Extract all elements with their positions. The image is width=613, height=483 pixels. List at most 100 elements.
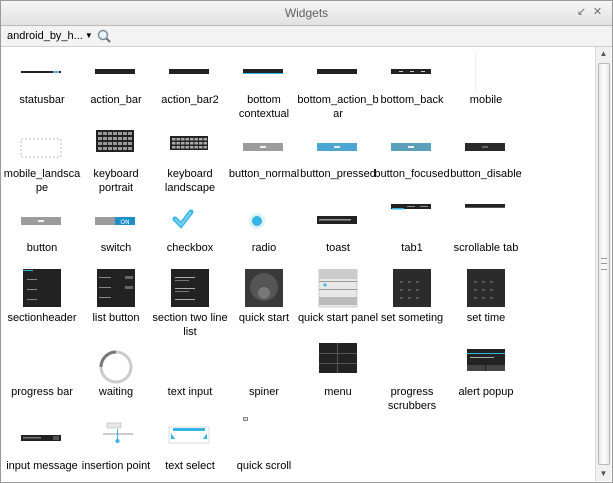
widget-label: mobile bbox=[469, 94, 503, 106]
widget-thumbnail bbox=[227, 51, 301, 95]
close-icon[interactable]: ✕ bbox=[591, 6, 604, 19]
widget-item-set-someting[interactable]: set someting bbox=[375, 269, 449, 341]
widget-thumbnail bbox=[449, 125, 523, 169]
widget-label: list button bbox=[92, 312, 140, 324]
minimize-icon[interactable]: ↙ bbox=[575, 6, 588, 19]
widget-item-checkbox[interactable]: checkbox bbox=[153, 199, 227, 271]
widget-item-progress-scrubbers[interactable]: progress scrubbers bbox=[375, 343, 449, 415]
grip-icon bbox=[601, 258, 607, 270]
widget-item-bottom-back[interactable]: bottom_back bbox=[375, 51, 449, 123]
widget-thumbnail: ON bbox=[79, 199, 153, 243]
widget-thumbnail bbox=[449, 199, 523, 243]
widget-item-button-focused[interactable]: button_focused bbox=[374, 125, 450, 197]
widget-item-set-time[interactable]: set time bbox=[449, 269, 523, 341]
widget-item-radio[interactable]: radio bbox=[227, 199, 301, 271]
scroll-up-icon[interactable]: ▲ bbox=[596, 47, 611, 61]
widget-thumbnail bbox=[227, 199, 301, 243]
widget-item-bottom-contextual[interactable]: bottom contextual bbox=[227, 51, 301, 123]
widget-item-text-input[interactable]: text input bbox=[153, 343, 227, 415]
widget-item-quick-scroll[interactable]: quick scroll bbox=[227, 417, 301, 482]
widget-item-progress-bar[interactable]: progress bar bbox=[5, 343, 79, 415]
widget-thumbnail bbox=[301, 199, 375, 243]
widget-item-alert-popup[interactable]: alert popup bbox=[449, 343, 523, 415]
widget-label: button_disable bbox=[450, 168, 522, 180]
widget-item-section-two-line-list[interactable]: section two line list bbox=[152, 269, 228, 341]
widget-item-scrollable-tab[interactable]: scrollable tab bbox=[449, 199, 523, 271]
widget-item-mobile[interactable]: mobile bbox=[449, 51, 523, 123]
widget-label: spiner bbox=[249, 386, 279, 398]
widget-item-statusbar[interactable]: statusbar bbox=[5, 51, 79, 123]
vertical-scrollbar[interactable]: ▲ ▼ bbox=[595, 47, 611, 481]
widget-label: mobile_landscape bbox=[3, 168, 81, 194]
search-icon[interactable] bbox=[96, 28, 112, 44]
widget-label: text input bbox=[167, 386, 213, 398]
widget-thumbnail bbox=[301, 125, 375, 169]
widget-label: progress scrubbers bbox=[387, 386, 437, 412]
widget-label: keyboard landscape bbox=[164, 168, 216, 194]
scroll-down-icon[interactable]: ▼ bbox=[596, 467, 611, 481]
widget-item-button-pressed[interactable]: button_pressed bbox=[300, 125, 376, 197]
widget-thumbnail bbox=[5, 269, 79, 313]
widget-item-input-message[interactable]: input message bbox=[5, 417, 79, 482]
widget-item-quick-start[interactable]: quick start bbox=[227, 269, 301, 341]
theme-dropdown[interactable]: android_by_h... ▼ bbox=[7, 28, 93, 44]
widget-thumbnail bbox=[375, 51, 449, 95]
widget-thumbnail bbox=[449, 343, 523, 387]
widget-item-menu[interactable]: menu bbox=[301, 343, 375, 415]
widget-thumbnail bbox=[79, 51, 153, 95]
widget-item-button-disable[interactable]: button_disable bbox=[449, 125, 523, 197]
widget-item-button-normal[interactable]: button_normal bbox=[227, 125, 301, 197]
scroll-thumb[interactable] bbox=[598, 63, 610, 465]
widget-thumbnail bbox=[153, 269, 227, 313]
widget-item-text-select[interactable]: text select bbox=[153, 417, 227, 482]
widget-label: button bbox=[26, 242, 58, 254]
widget-label: statusbar bbox=[19, 94, 65, 106]
title-bar: Widgets ↙ ✕ bbox=[1, 1, 612, 26]
widget-thumbnail bbox=[301, 343, 375, 387]
svg-text:ON: ON bbox=[120, 219, 129, 226]
widget-item-switch[interactable]: ON switch bbox=[79, 199, 153, 271]
widget-item-sectionheader[interactable]: sectionheader bbox=[5, 269, 79, 341]
widget-thumbnail bbox=[79, 269, 153, 313]
widget-label: toast bbox=[326, 242, 350, 254]
widget-thumbnail bbox=[153, 125, 227, 169]
widget-thumbnail bbox=[5, 417, 79, 461]
widget-thumbnail bbox=[449, 51, 523, 95]
widget-label: sectionheader bbox=[7, 312, 77, 324]
widget-item-list-button[interactable]: list button bbox=[79, 269, 153, 341]
widget-label: text select bbox=[165, 460, 215, 472]
widget-thumbnail bbox=[227, 343, 301, 387]
toolbar: android_by_h... ▼ bbox=[1, 26, 612, 47]
widget-label: menu bbox=[324, 386, 352, 398]
widget-item-bottom-action-bar[interactable]: bottom_action_bar bbox=[297, 51, 379, 123]
widget-thumbnail bbox=[79, 417, 153, 461]
widget-thumbnail bbox=[79, 343, 153, 387]
widget-item-action-bar2[interactable]: action_bar2 bbox=[153, 51, 227, 123]
widget-label: insertion point bbox=[81, 460, 151, 472]
widget-label: radio bbox=[251, 242, 277, 254]
widget-thumbnail bbox=[375, 343, 449, 387]
widget-thumbnail bbox=[301, 51, 375, 95]
widget-label: quick scroll bbox=[236, 460, 292, 472]
widget-label: tab1 bbox=[401, 242, 423, 254]
widget-item-waiting[interactable]: waiting bbox=[79, 343, 153, 415]
widget-label: quick start bbox=[238, 312, 290, 324]
widget-thumbnail bbox=[227, 269, 301, 313]
widget-label: action_bar bbox=[90, 94, 142, 106]
widget-thumbnail bbox=[153, 417, 227, 461]
widget-thumbnail bbox=[227, 125, 301, 169]
widget-label: action_bar2 bbox=[161, 94, 219, 106]
widget-item-keyboard-portrait[interactable]: keyboard portrait bbox=[79, 125, 153, 197]
widget-label: input message bbox=[6, 460, 78, 472]
widget-item-keyboard-landscape[interactable]: keyboard landscape bbox=[153, 125, 227, 197]
widget-thumbnail bbox=[375, 125, 449, 169]
widget-item-action-bar[interactable]: action_bar bbox=[79, 51, 153, 123]
widget-thumbnail bbox=[227, 417, 301, 461]
widget-item-button[interactable]: button bbox=[5, 199, 79, 271]
widget-item-mobile-landscape[interactable]: mobile_landscape bbox=[4, 125, 80, 197]
widget-item-spiner[interactable]: spiner bbox=[227, 343, 301, 415]
widget-item-quick-start-panel[interactable]: quick start panel bbox=[298, 268, 378, 341]
widget-item-toast[interactable]: toast bbox=[301, 199, 375, 271]
widget-item-insertion-point[interactable]: insertion point bbox=[79, 417, 153, 482]
widget-item-tab1[interactable]: tab1 bbox=[375, 199, 449, 271]
